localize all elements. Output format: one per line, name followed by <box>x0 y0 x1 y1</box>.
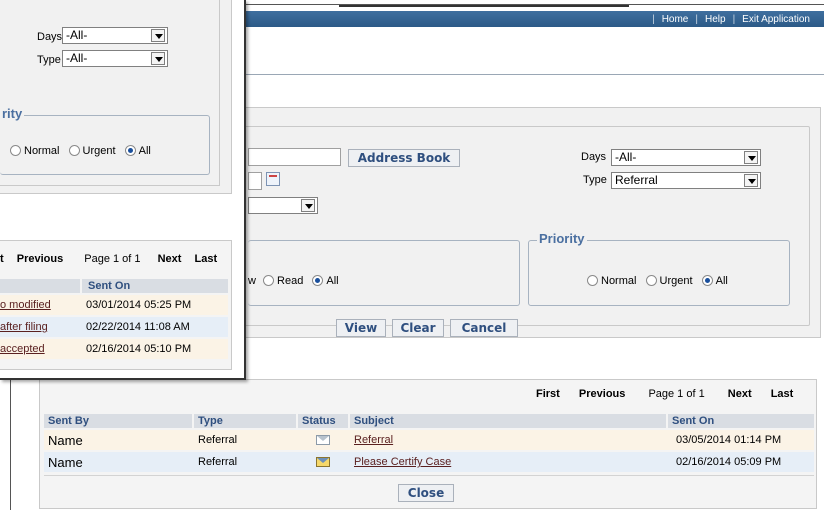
front-all-label: All <box>138 145 151 157</box>
days-select[interactable]: -All- <box>611 149 761 166</box>
table-row[interactable]: o modified 03/01/2014 05:25 PM <box>0 295 228 315</box>
view-button[interactable]: View <box>336 319 386 337</box>
address-book-button[interactable]: Address Book <box>348 149 460 167</box>
priority-options: Normal Urgent All <box>587 275 734 287</box>
front-urgent-label: Urgent <box>82 145 116 157</box>
row-type: Referral <box>198 456 238 468</box>
row-sent-by: Name <box>48 433 83 448</box>
row-subject-link[interactable]: Referral <box>354 434 393 446</box>
col-subject[interactable]: Subject <box>350 414 666 428</box>
all-read-label: All <box>326 275 339 287</box>
front-row-subject-link[interactable]: after filing <box>0 321 48 333</box>
row-type: Referral <box>198 434 238 446</box>
read-status-options: w Read All <box>248 275 345 287</box>
pager-page-info: Page 1 of 1 <box>648 388 705 400</box>
clear-button[interactable]: Clear <box>392 319 444 337</box>
priority-all-radio[interactable] <box>701 275 713 286</box>
urgent-radio[interactable] <box>645 275 657 286</box>
front-pager-next[interactable]: Next <box>158 253 182 265</box>
front-priority-legend: rity <box>0 106 25 121</box>
cancel-button[interactable]: Cancel <box>450 319 518 337</box>
envelope-closed-icon <box>316 435 330 445</box>
pager-last[interactable]: Last <box>771 388 794 400</box>
unread-partial-label: w <box>248 275 256 287</box>
date-input[interactable] <box>248 172 262 190</box>
window-edge-artifact <box>339 5 629 7</box>
front-pager-previous[interactable]: Previous <box>17 253 63 265</box>
priority-all-label: All <box>715 275 728 287</box>
front-urgent-radio[interactable] <box>68 145 80 156</box>
front-type-select[interactable]: -All- <box>62 50 168 67</box>
row-subject-link[interactable]: Please Certify Case <box>354 456 451 468</box>
pager-next[interactable]: Next <box>728 388 752 400</box>
front-col-sent-on[interactable]: Sent On <box>82 279 228 293</box>
table-row[interactable]: Name Referral Referral 03/05/2014 01:14 … <box>44 430 814 450</box>
recipient-input[interactable] <box>248 148 341 166</box>
col-sent-on[interactable]: Sent On <box>668 414 814 428</box>
front-all-radio[interactable] <box>124 145 136 156</box>
priority-group: Priority <box>528 231 790 306</box>
row-sent-on: 02/16/2014 05:09 PM <box>676 456 782 468</box>
top-nav-links: | Home | Help | Exit Application <box>652 11 817 27</box>
front-type-label: Type <box>37 54 61 66</box>
front-row-sent-on: 02/16/2014 05:10 PM <box>86 343 192 355</box>
normal-label: Normal <box>601 275 637 287</box>
front-row-sent-on: 02/22/2014 11:08 AM <box>86 321 190 333</box>
normal-radio[interactable] <box>587 275 598 286</box>
front-pager-page-info: Page 1 of 1 <box>84 253 141 265</box>
front-row-subject-link[interactable]: accepted <box>0 343 45 355</box>
home-link[interactable]: Home <box>655 14 696 25</box>
days-label: Days <box>581 151 607 163</box>
results-panel: First Previous Page 1 of 1 Next Last Sen… <box>39 379 817 509</box>
exit-application-link[interactable]: Exit Application <box>735 14 817 25</box>
front-days-select[interactable]: -All- <box>62 27 168 44</box>
read-radio[interactable] <box>263 275 275 286</box>
read-status-group <box>248 240 520 306</box>
table-row[interactable]: after filing 02/22/2014 11:08 AM <box>0 317 228 337</box>
front-col-subject <box>0 279 80 293</box>
front-row-sent-on: 03/01/2014 05:25 PM <box>86 299 192 311</box>
pager-previous[interactable]: Previous <box>579 388 625 400</box>
read-label: Read <box>277 275 304 287</box>
pager-first[interactable]: First <box>536 388 560 400</box>
front-priority-options: Normal Urgent All <box>10 145 157 157</box>
front-row-subject-link[interactable]: o modified <box>0 299 51 311</box>
col-sent-by[interactable]: Sent By <box>44 414 192 428</box>
table-divider <box>44 475 814 476</box>
col-status[interactable]: Status <box>298 414 348 428</box>
row-sent-by: Name <box>48 455 83 470</box>
col-type[interactable]: Type <box>194 414 296 428</box>
front-search-panel: Days -All- Type -All- rity Normal Urgent… <box>0 0 232 194</box>
priority-legend: Priority <box>537 231 587 246</box>
folder-select[interactable] <box>248 197 318 214</box>
envelope-open-icon <box>316 457 330 467</box>
front-normal-radio[interactable] <box>10 145 21 156</box>
table-row[interactable]: accepted 02/16/2014 05:10 PM <box>0 339 228 359</box>
front-pager-first[interactable]: t <box>0 253 4 265</box>
front-pager-last[interactable]: Last <box>195 253 218 265</box>
front-normal-label: Normal <box>24 145 60 157</box>
table-row[interactable]: Name Referral Please Certify Case 02/16/… <box>44 452 814 472</box>
calendar-icon[interactable] <box>266 172 280 186</box>
close-button[interactable]: Close <box>398 484 454 502</box>
overlapping-window: Days -All- Type -All- rity Normal Urgent… <box>0 0 246 380</box>
results-pager: First Previous Page 1 of 1 Next Last <box>536 388 793 400</box>
row-sent-on: 03/05/2014 01:14 PM <box>676 434 782 446</box>
urgent-label: Urgent <box>659 275 693 287</box>
help-link[interactable]: Help <box>698 14 733 25</box>
front-pager: t Previous Page 1 of 1 Next Last <box>0 253 217 265</box>
all-read-radio[interactable] <box>312 275 324 286</box>
front-results-panel: t Previous Page 1 of 1 Next Last Sent On… <box>0 240 232 370</box>
front-days-label: Days <box>37 31 63 43</box>
type-select[interactable]: Referral <box>611 172 761 189</box>
type-label: Type <box>583 174 607 186</box>
